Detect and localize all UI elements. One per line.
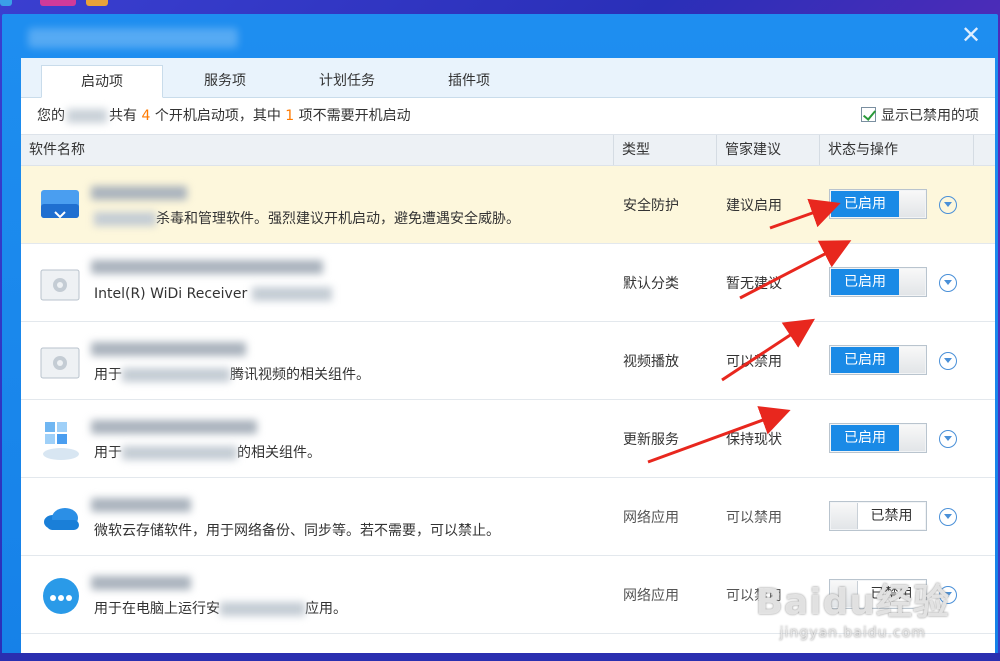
app-type: 网络应用	[623, 510, 679, 526]
chevron-down-icon[interactable]	[939, 196, 957, 214]
checkbox-checked-icon[interactable]	[861, 107, 876, 122]
app-type: 更新服务	[623, 432, 679, 448]
status-label: 已启用	[831, 269, 899, 295]
app-name-blurred	[91, 498, 191, 512]
show-disabled-label: 显示已禁用的项	[881, 108, 979, 124]
table-row[interactable]: 杀毒和管理软件。强烈建议开机启动，避免遭遇安全威胁。 安全防护 建议启用 已启用	[21, 166, 995, 244]
status-toggle[interactable]: 已启用	[829, 267, 927, 297]
tab-bar: 启动项 服务项 计划任务 插件项	[21, 58, 995, 98]
status-toggle[interactable]: 已启用	[829, 345, 927, 375]
app-name-blurred	[91, 342, 246, 356]
app-advice: 暂无建议	[726, 276, 782, 292]
table-header: 软件名称 类型 管家建议 状态与操作	[21, 134, 995, 166]
app-description: 杀毒和管理软件。强烈建议开机启动，避免遭遇安全威胁。	[94, 208, 520, 228]
chevron-down-icon[interactable]	[939, 430, 957, 448]
header-status: 状态与操作	[819, 135, 974, 165]
table-row[interactable]: Intel(R) WiDi Receiver 默认分类 暂无建议 已启用	[21, 244, 995, 322]
startup-manager-window: ✕ 启动项 服务项 计划任务 插件项 您的 共有 4 个开机启动项，其中 1 项不…	[2, 14, 998, 661]
watermark: Baidu经验 jingyan.baidu.com	[756, 573, 950, 641]
app-description: 用于在电脑上运行安 应用。	[94, 601, 347, 617]
status-label: 已启用	[831, 425, 899, 451]
app-name-blurred	[91, 260, 323, 274]
app-type: 默认分类	[623, 276, 679, 292]
startup-summary: 您的 共有 4 个开机启动项，其中 1 项不需要开机启动 显示已禁用的项	[21, 98, 995, 134]
watermark-url: jingyan.baidu.com	[779, 625, 926, 641]
table-row[interactable]: 用于 腾讯视频的相关组件。 视频播放 可以禁用 已启用	[21, 322, 995, 400]
app-advice: 保持现状	[726, 432, 782, 448]
gear-app-icon	[39, 264, 83, 304]
app-name-blurred	[91, 186, 187, 200]
table-row[interactable]: 微软云存储软件，用于网络备份、同步等。若不需要，可以禁止。 网络应用 可以禁用 …	[21, 478, 995, 556]
table-row[interactable]: 用于 的相关组件。 更新服务 保持现状 已启用	[21, 400, 995, 478]
show-disabled-checkbox[interactable]: 显示已禁用的项	[861, 98, 979, 134]
summary-unneeded-count: 1	[285, 108, 295, 124]
app-description: Intel(R) WiDi Receiver	[94, 286, 332, 302]
header-name: 软件名称	[29, 142, 85, 158]
shield-app-icon	[39, 186, 83, 226]
window-title-blurred	[28, 28, 238, 48]
status-label: 已禁用	[857, 503, 925, 529]
status-toggle[interactable]: 已启用	[829, 189, 927, 219]
android-app-icon	[39, 576, 83, 616]
chevron-down-icon[interactable]	[939, 508, 957, 526]
app-description: 用于 的相关组件。	[94, 445, 321, 461]
app-name-blurred	[91, 576, 191, 590]
title-bar: ✕	[2, 14, 998, 58]
chevron-down-icon[interactable]	[939, 352, 957, 370]
gear-app-icon	[39, 342, 83, 382]
header-advice: 管家建议	[716, 135, 819, 165]
summary-mid2: 个开机启动项，其中	[154, 108, 281, 124]
status-label: 已启用	[831, 347, 899, 373]
app-name-blurred	[91, 420, 257, 434]
tab-scheduled-tasks[interactable]: 计划任务	[286, 65, 408, 98]
chevron-down-icon[interactable]	[939, 274, 957, 292]
cloud-storage-icon	[39, 498, 83, 538]
tab-plugins[interactable]: 插件项	[408, 65, 530, 98]
watermark-brand: Baidu经验	[755, 582, 950, 623]
app-advice: 可以禁用	[726, 354, 782, 370]
tab-startup[interactable]: 启动项	[41, 65, 163, 98]
content-panel: 启动项 服务项 计划任务 插件项 您的 共有 4 个开机启动项，其中 1 项不需要…	[21, 58, 995, 661]
summary-mid1: 共有	[109, 108, 137, 124]
app-advice: 建议启用	[726, 198, 782, 214]
summary-total-count: 4	[141, 108, 151, 124]
summary-suffix: 项不需要开机启动	[298, 108, 411, 124]
app-type: 安全防护	[623, 198, 679, 214]
tab-services[interactable]: 服务项	[164, 65, 286, 98]
app-advice: 可以禁用	[726, 510, 782, 526]
app-description: 用于 腾讯视频的相关组件。	[94, 367, 370, 383]
startup-list: 杀毒和管理软件。强烈建议开机启动，避免遭遇安全威胁。 安全防护 建议启用 已启用	[21, 166, 995, 634]
status-toggle[interactable]: 已启用	[829, 423, 927, 453]
close-icon[interactable]: ✕	[960, 23, 982, 47]
status-toggle[interactable]: 已禁用	[829, 501, 927, 531]
taskbar	[0, 653, 1000, 661]
app-type: 网络应用	[623, 588, 679, 604]
summary-prefix: 您的	[37, 108, 65, 124]
status-label: 已启用	[831, 191, 899, 217]
cloud-app-icon	[39, 420, 83, 460]
header-type: 类型	[613, 135, 716, 165]
app-description: 微软云存储软件，用于网络备份、同步等。若不需要，可以禁止。	[94, 523, 500, 539]
desktop-icons-strip	[0, 0, 120, 6]
app-type: 视频播放	[623, 354, 679, 370]
